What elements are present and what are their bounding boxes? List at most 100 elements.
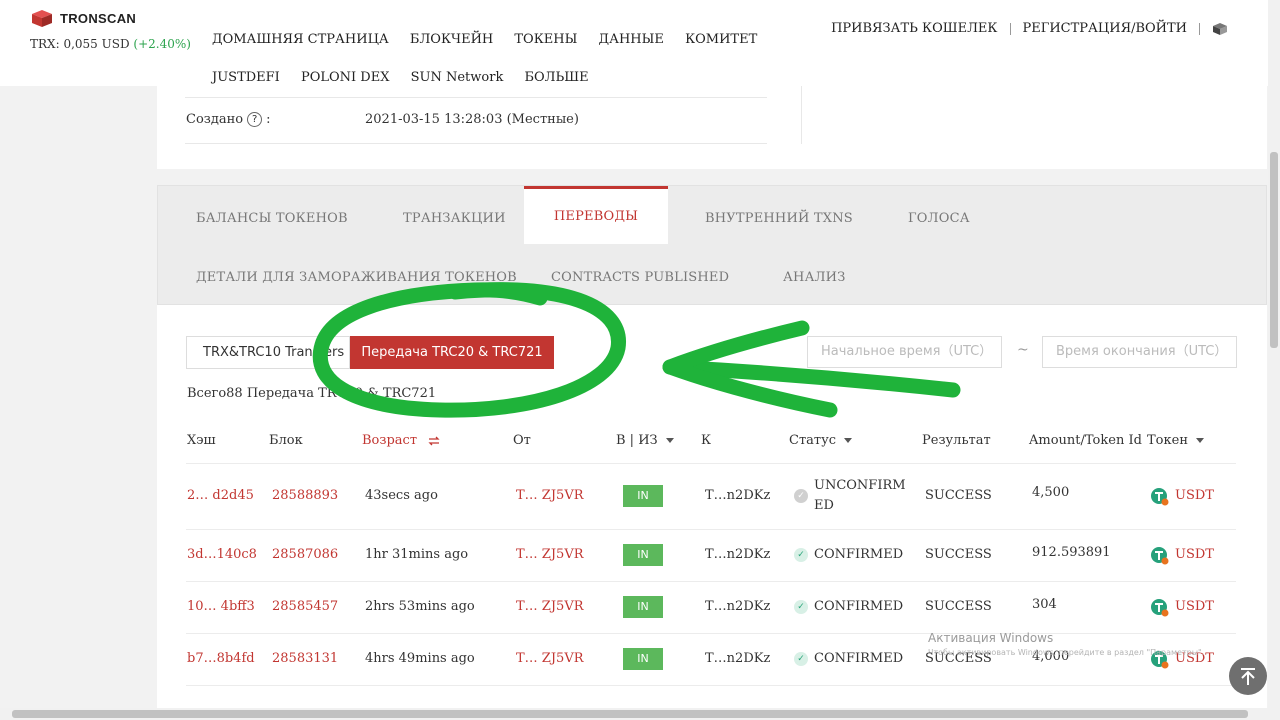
nav-item-blockchain[interactable]: БЛОКЧЕЙН <box>410 21 493 59</box>
block-link[interactable]: 28583131 <box>272 651 338 666</box>
price-change: (+2.40%) <box>133 37 191 51</box>
scrollbar-thumb[interactable] <box>1270 152 1278 348</box>
tx-status-line2: ED <box>814 498 834 513</box>
login-link[interactable]: РЕГИСТРАЦИЯ/ВОЙТИ <box>1023 21 1188 36</box>
col-age[interactable]: Возраст <box>362 433 441 448</box>
tab-votes[interactable]: ГОЛОСА <box>908 211 970 226</box>
tx-age: 2hrs 53mins ago <box>365 599 475 614</box>
col-status[interactable]: Статус <box>789 433 853 448</box>
col-inout-label: В | ИЗ <box>616 433 658 448</box>
nav-item-home[interactable]: ДОМАШНЯЯ СТРАНИЦА <box>212 21 389 59</box>
col-from: От <box>513 433 531 448</box>
trx-trc10-transfers-button[interactable]: TRX&TRC10 Transfers <box>186 336 350 369</box>
tab-transactions[interactable]: ТРАНЗАКЦИИ <box>403 211 506 226</box>
to-address: T…n2DKz <box>705 488 771 503</box>
usdt-token-icon <box>1151 599 1169 617</box>
col-block-label: Блок <box>269 433 303 448</box>
divider <box>185 97 767 98</box>
language-cube-icon[interactable] <box>1212 22 1228 36</box>
tab-contracts-published[interactable]: CONTRACTS PUBLISHED <box>551 270 729 285</box>
chevron-down-icon[interactable] <box>844 438 853 443</box>
windows-activation-subtitle: Чтобы активировать Windows, перейдите в … <box>928 648 1205 657</box>
tab-token-balances[interactable]: БАЛАНСЫ ТОКЕНОВ <box>196 211 348 226</box>
tx-age: 1hr 31mins ago <box>365 547 469 562</box>
help-icon[interactable]: ? <box>247 112 263 127</box>
direction-in-badge: IN <box>623 596 663 618</box>
col-hash: Хэш <box>187 433 216 448</box>
from-address-link[interactable]: T… ZJ5VR <box>516 651 584 666</box>
pending-check-icon: ✓ <box>794 489 808 503</box>
tx-amount: 304 <box>1032 597 1057 612</box>
block-link[interactable]: 28585457 <box>272 599 338 614</box>
col-from-label: От <box>513 433 531 448</box>
token-link[interactable]: USDT <box>1175 488 1214 503</box>
tx-status: CONFIRMED <box>814 547 904 562</box>
col-inout[interactable]: В | ИЗ <box>616 433 674 448</box>
nav-item-tokens[interactable]: ТОКЕНЫ <box>514 21 577 59</box>
block-link[interactable]: 28587086 <box>272 547 338 562</box>
colon: : <box>266 112 271 127</box>
price-label: TRX: 0,055 USD <box>30 37 130 51</box>
token-link[interactable]: USDT <box>1175 599 1214 614</box>
nav-item-data[interactable]: ДАННЫЕ <box>599 21 664 59</box>
connect-wallet-link[interactable]: ПРИВЯЗАТЬ КОШЕЛЕК <box>831 21 997 36</box>
account-info-card <box>157 86 1267 169</box>
usdt-token-icon <box>1151 488 1169 506</box>
vertical-scrollbar[interactable] <box>1268 0 1280 708</box>
tx-hash-link[interactable]: 3d…140c8 <box>187 547 257 562</box>
usdt-token-icon <box>1151 547 1169 565</box>
tronscan-logo[interactable]: TRONSCAN <box>30 8 136 28</box>
chevron-down-icon[interactable] <box>1195 438 1204 443</box>
start-time-input[interactable]: Начальное время（UTC） <box>807 336 1002 368</box>
block-link[interactable]: 28588893 <box>272 488 338 503</box>
divider <box>801 86 802 144</box>
col-result: Результат <box>922 433 991 448</box>
tx-age: 43secs ago <box>365 488 438 503</box>
tx-result: SUCCESS <box>925 488 992 503</box>
end-time-input[interactable]: Время окончания（UTC） <box>1042 336 1237 368</box>
col-status-label: Статус <box>789 433 837 448</box>
confirmed-check-icon: ✓ <box>794 548 808 562</box>
total-count: Всего88 Передача TRC20 & TRC721 <box>187 386 437 401</box>
swap-arrows-icon[interactable] <box>427 435 441 447</box>
to-address: T…n2DKz <box>705 599 771 614</box>
col-hash-label: Хэш <box>187 433 216 448</box>
chevron-down-icon[interactable] <box>665 438 674 443</box>
tabs-bar <box>157 185 1267 305</box>
confirmed-check-icon: ✓ <box>794 652 808 666</box>
col-token[interactable]: Токен <box>1147 433 1204 448</box>
tab-transfers[interactable]: ПЕРЕВОДЫ <box>524 186 668 244</box>
tx-amount: 912.593891 <box>1032 545 1111 560</box>
arrow-up-icon <box>1241 668 1255 685</box>
nav-divider <box>1199 22 1200 35</box>
tab-analysis[interactable]: АНАЛИЗ <box>783 270 846 285</box>
horizontal-scrollbar[interactable] <box>0 708 1280 720</box>
tab-internal-txns[interactable]: ВНУТРЕННИЙ TXNS <box>705 211 853 226</box>
nav-divider <box>1009 22 1011 35</box>
tx-hash-link[interactable]: 2… d2d45 <box>187 488 254 503</box>
nav-item-committee[interactable]: КОМИТЕТ <box>685 21 757 59</box>
tx-result: SUCCESS <box>925 599 992 614</box>
brand-name: TRONSCAN <box>60 10 137 26</box>
top-bar: TRONSCAN TRX: 0,055 USD (+2.40%) ДОМАШНЯ… <box>0 0 1268 86</box>
windows-activation-title: Активация Windows <box>928 631 1054 645</box>
tx-hash-link[interactable]: 10… 4bff3 <box>187 599 255 614</box>
token-link[interactable]: USDT <box>1175 547 1214 562</box>
tx-age: 4hrs 49mins ago <box>365 651 475 666</box>
scroll-to-top-button[interactable] <box>1229 657 1267 695</box>
from-address-link[interactable]: T… ZJ5VR <box>516 599 584 614</box>
scrollbar-thumb[interactable] <box>12 710 1248 718</box>
divider <box>186 581 1236 582</box>
direction-in-badge: IN <box>623 485 663 507</box>
col-amount-label: Amount/Token Id <box>1029 433 1142 448</box>
tab-freeze-details[interactable]: ДЕТАЛИ ДЛЯ ЗАМОРАЖИВАНИЯ ТОКЕНОВ <box>196 270 517 285</box>
from-address-link[interactable]: T… ZJ5VR <box>516 547 584 562</box>
col-result-label: Результат <box>922 433 991 448</box>
confirmed-check-icon: ✓ <box>794 600 808 614</box>
to-address: T…n2DKz <box>705 651 771 666</box>
trc20-trc721-transfers-button[interactable]: Передача TRC20 & TRC721 <box>350 336 554 369</box>
from-address-link[interactable]: T… ZJ5VR <box>516 488 584 503</box>
tx-hash-link[interactable]: b7…8b4fd <box>187 651 255 666</box>
col-to-label: К <box>701 433 712 448</box>
col-block: Блок <box>269 433 303 448</box>
